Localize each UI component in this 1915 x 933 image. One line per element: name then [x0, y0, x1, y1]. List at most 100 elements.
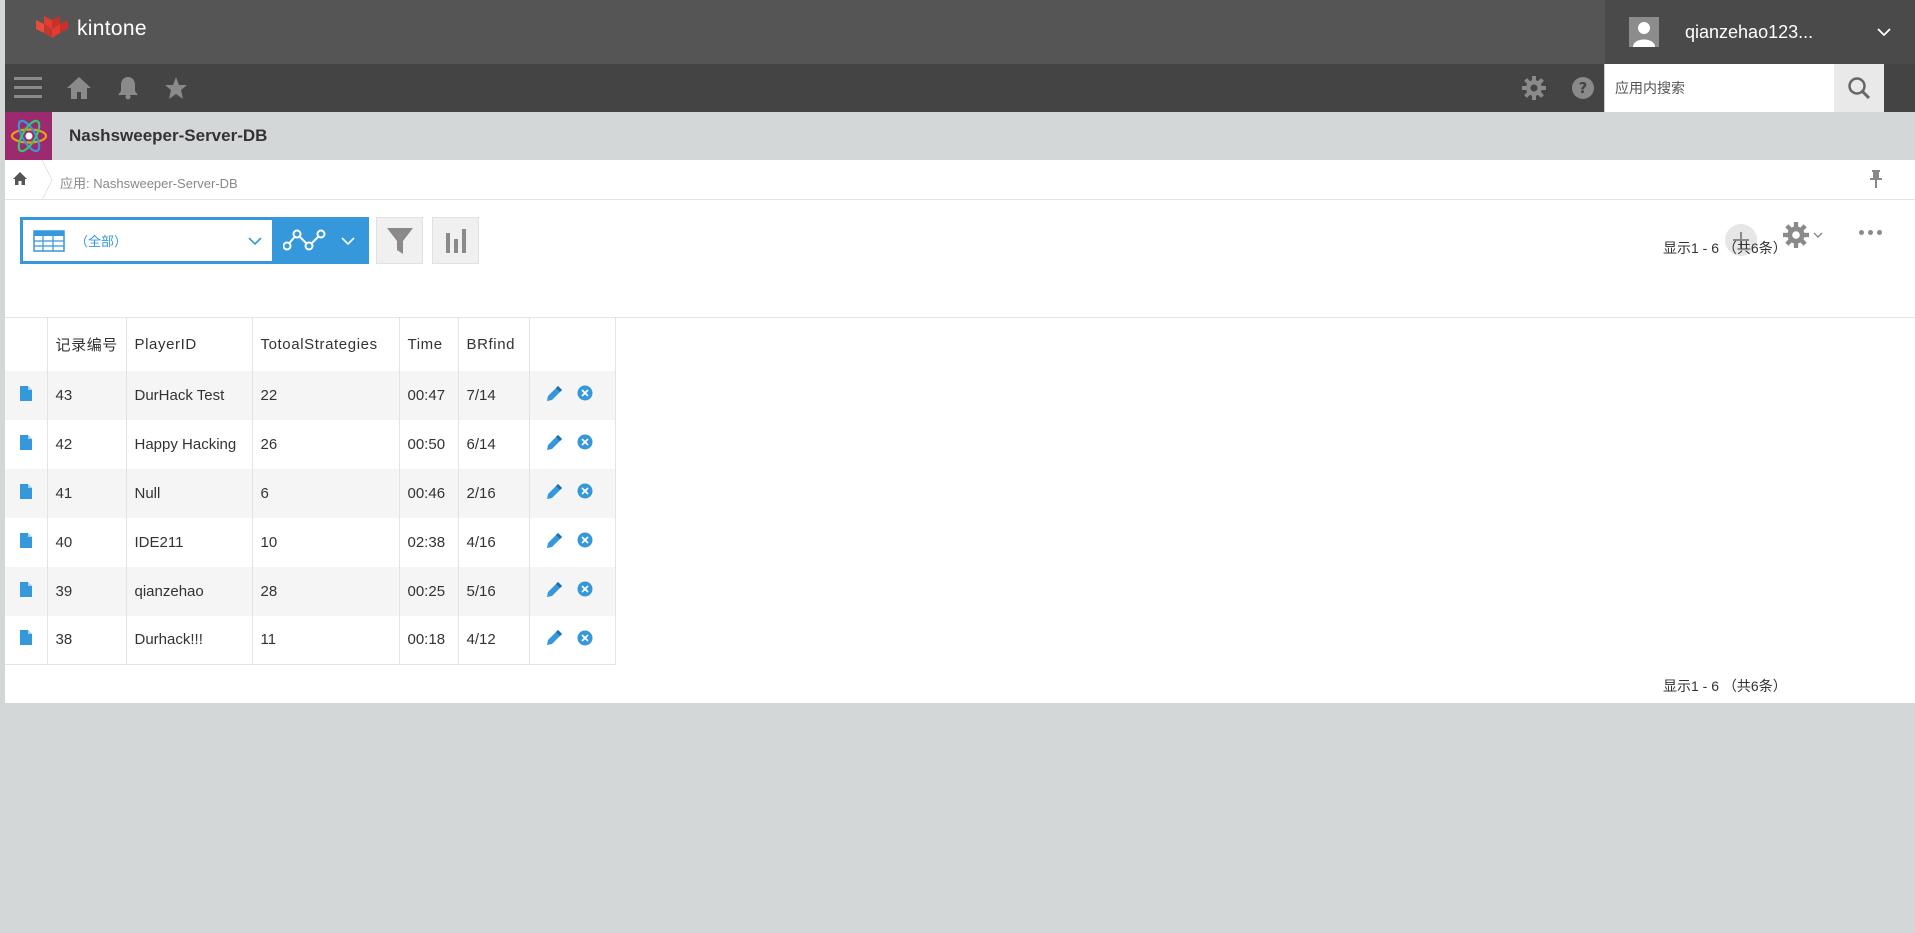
more-options-button[interactable]	[1859, 230, 1882, 235]
cell-brfind: 6/14	[458, 419, 530, 469]
edit-icon[interactable]	[546, 629, 563, 650]
delete-icon[interactable]	[577, 385, 593, 405]
header-actions-column	[529, 317, 616, 371]
records-table: 记录编号 PlayerID TotoalStrategies Time BRfi…	[5, 317, 616, 665]
gear-icon	[1783, 222, 1809, 248]
breadcrumb-separator	[41, 160, 53, 200]
delete-icon[interactable]	[577, 532, 593, 552]
header-icon-column	[5, 317, 48, 371]
page-background	[5, 703, 1915, 933]
edit-icon[interactable]	[546, 532, 563, 553]
filter-button[interactable]	[376, 217, 423, 264]
search-icon	[1848, 77, 1871, 100]
dot	[1868, 230, 1873, 235]
cell-brfind: 2/16	[458, 468, 530, 518]
record-detail-icon[interactable]	[5, 615, 48, 665]
table-row[interactable]: 39 qianzehao 28 00:25 5/16	[5, 566, 616, 616]
cell-player-id: IDE211	[126, 517, 253, 567]
cell-player-id: Durhack!!!	[126, 615, 253, 665]
cell-total-strategies: 26	[252, 419, 400, 469]
atom-icon	[10, 119, 47, 153]
cell-time: 02:38	[399, 517, 459, 567]
table-row[interactable]: 42 Happy Hacking 26 00:50 6/14	[5, 419, 616, 469]
cell-player-id: DurHack Test	[126, 370, 253, 420]
record-detail-icon[interactable]	[5, 419, 48, 469]
edit-icon[interactable]	[546, 483, 563, 504]
delete-icon[interactable]	[577, 434, 593, 454]
cell-time: 00:18	[399, 615, 459, 665]
search-button[interactable]	[1834, 64, 1884, 112]
menu-icon[interactable]	[11, 64, 45, 112]
brand-name: kintone	[77, 17, 147, 40]
table-view-icon	[33, 229, 65, 252]
help-icon[interactable]: ?	[1566, 64, 1600, 112]
search-box	[1604, 64, 1834, 112]
bar-chart-icon	[445, 228, 466, 253]
cell-record-number: 41	[47, 468, 127, 518]
search-input[interactable]	[1605, 64, 1834, 112]
home-icon[interactable]	[62, 64, 96, 112]
pagination-bottom: 显示1 - 6 （共6条）	[1663, 678, 1787, 694]
kintone-logo-icon	[36, 16, 68, 38]
cell-actions	[529, 419, 616, 469]
gear-icon[interactable]	[1517, 64, 1551, 112]
pagination-top: 显示1 - 6 （共6条）	[1663, 240, 1787, 256]
app-settings-button[interactable]	[1783, 222, 1823, 248]
cell-actions	[529, 615, 616, 665]
header-brfind[interactable]: BRfind	[458, 317, 530, 371]
cell-record-number: 38	[47, 615, 127, 665]
dot	[1859, 230, 1864, 235]
app-icon[interactable]	[5, 112, 52, 160]
view-label: （全部）	[75, 234, 128, 249]
edit-icon[interactable]	[546, 385, 563, 406]
pin-icon[interactable]	[1870, 170, 1882, 188]
dot	[1877, 230, 1882, 235]
chevron-down-icon[interactable]	[1877, 27, 1891, 37]
cell-player-id: Happy Hacking	[126, 419, 253, 469]
record-detail-icon[interactable]	[5, 370, 48, 420]
table-header-row: 记录编号 PlayerID TotoalStrategies Time BRfi…	[5, 317, 616, 371]
cell-total-strategies: 28	[252, 566, 400, 616]
cell-player-id: qianzehao	[126, 566, 253, 616]
cell-record-number: 43	[47, 370, 127, 420]
table-row[interactable]: 41 Null 6 00:46 2/16	[5, 468, 616, 518]
star-icon[interactable]	[159, 64, 193, 112]
filter-icon	[386, 227, 413, 254]
table-row[interactable]: 43 DurHack Test 22 00:47 7/14	[5, 370, 616, 420]
record-detail-icon[interactable]	[5, 517, 48, 567]
graph-view-button[interactable]	[272, 220, 366, 261]
cell-actions	[529, 468, 616, 518]
bell-icon[interactable]	[111, 64, 145, 112]
edit-icon[interactable]	[546, 581, 563, 602]
app-title-bar: Nashsweeper-Server-DB	[5, 112, 1915, 160]
chevron-down-icon	[341, 236, 355, 245]
top-header: kintone qianzehao123...	[5, 0, 1915, 64]
header-record-number[interactable]: 记录编号	[47, 317, 127, 371]
kintone-logo[interactable]: kintone	[35, 16, 147, 42]
cell-record-number: 42	[47, 419, 127, 469]
edit-icon[interactable]	[546, 434, 563, 455]
delete-icon[interactable]	[577, 630, 593, 650]
cell-total-strategies: 10	[252, 517, 400, 567]
header-total-strategies[interactable]: TotoalStrategies	[252, 317, 400, 371]
delete-icon[interactable]	[577, 581, 593, 601]
cell-total-strategies: 22	[252, 370, 400, 420]
graph-icon	[283, 229, 326, 250]
table-row[interactable]: 40 IDE211 10 02:38 4/16	[5, 517, 616, 567]
chart-button[interactable]	[432, 217, 479, 264]
delete-icon[interactable]	[577, 483, 593, 503]
view-dropdown[interactable]: （全部）	[23, 220, 272, 261]
table-row[interactable]: 38 Durhack!!! 11 00:18 4/12	[5, 615, 616, 665]
header-player-id[interactable]: PlayerID	[126, 317, 253, 371]
cell-actions	[529, 370, 616, 420]
breadcrumb-app-link[interactable]: 应用: Nashsweeper-Server-DB	[60, 173, 238, 192]
home-icon[interactable]	[13, 172, 27, 186]
record-detail-icon[interactable]	[5, 468, 48, 518]
record-detail-icon[interactable]	[5, 566, 48, 616]
user-menu[interactable]: qianzehao123...	[1605, 0, 1915, 64]
cell-time: 00:50	[399, 419, 459, 469]
chevron-down-icon	[1813, 232, 1823, 238]
header-time[interactable]: Time	[399, 317, 459, 371]
cell-actions	[529, 566, 616, 616]
breadcrumb: 应用: Nashsweeper-Server-DB	[5, 160, 1915, 200]
